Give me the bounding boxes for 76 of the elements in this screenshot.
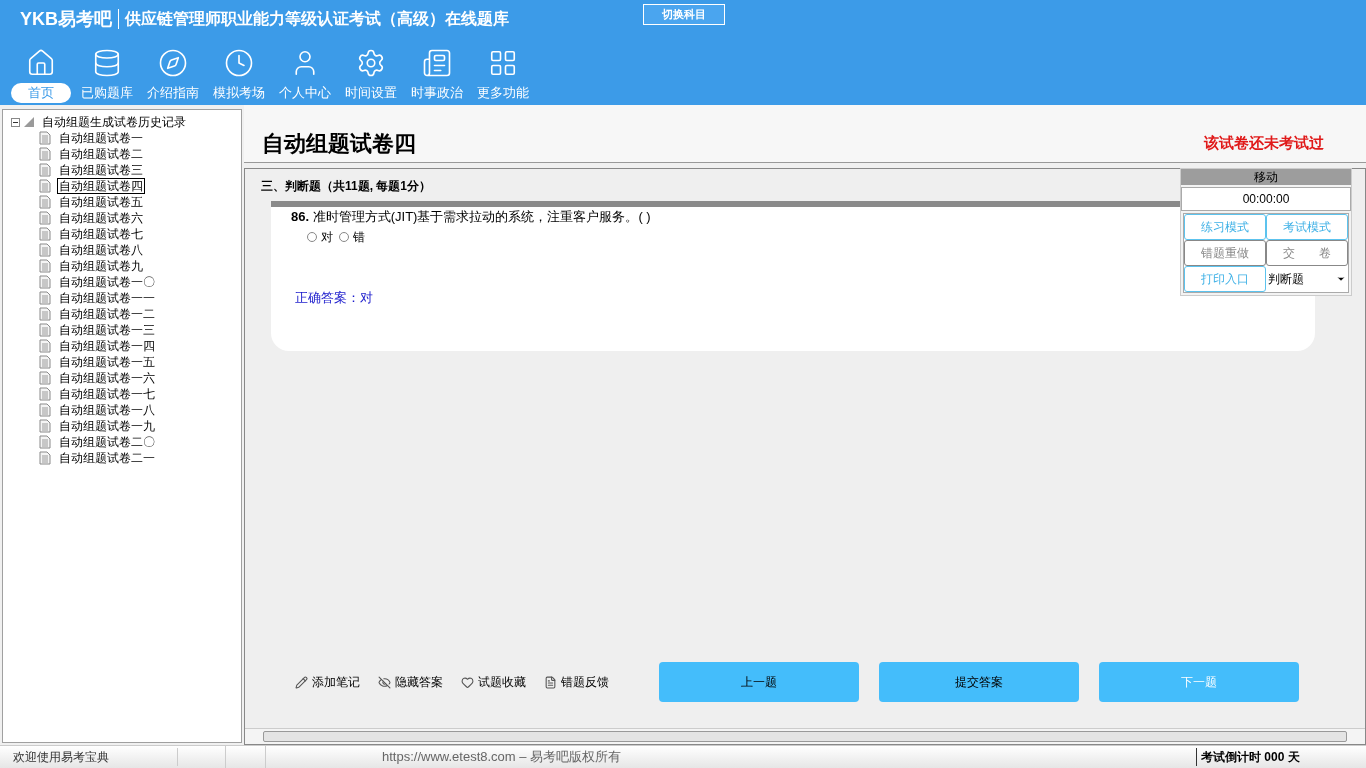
tree-item[interactable]: 自动组题试卷三 xyxy=(57,162,145,178)
document-icon[interactable] xyxy=(544,675,557,689)
document-icon xyxy=(39,339,51,353)
timer-display: 00:00:00 xyxy=(1181,187,1351,211)
tree-item[interactable]: 自动组题试卷一三 xyxy=(57,322,157,338)
collapse-toggle[interactable] xyxy=(11,117,20,127)
question-nav-button[interactable]: 上一题 xyxy=(659,662,859,702)
document-icon xyxy=(39,211,51,225)
heart-icon[interactable] xyxy=(461,675,474,689)
pencil-icon[interactable] xyxy=(295,675,308,689)
widget-title[interactable]: 移动 xyxy=(1181,169,1351,185)
newspaper-icon[interactable] xyxy=(421,48,452,78)
triangle-icon xyxy=(24,117,34,127)
copyright-text: https://www.etest8.com – 易考吧版权所有 xyxy=(382,748,622,767)
app-logo: YKB易考吧 xyxy=(20,7,112,31)
tree-item[interactable]: 自动组题试卷一四 xyxy=(57,338,157,354)
document-icon xyxy=(39,323,51,337)
document-icon xyxy=(39,275,51,289)
tree-root[interactable]: 自动组题生成试卷历史记录 xyxy=(42,113,186,131)
paper-title: 自动组题试卷四 xyxy=(262,130,416,158)
app-title: 供应链管理师职业能力等级认证考试（高级）在线题库 xyxy=(125,9,509,29)
document-icon xyxy=(39,371,51,385)
document-icon xyxy=(39,307,51,321)
tree-item[interactable]: 自动组题试卷一 xyxy=(57,130,145,146)
radio-button[interactable] xyxy=(339,231,349,242)
tree-item[interactable]: 自动组题试卷一七 xyxy=(57,386,157,402)
tree-item[interactable]: 自动组题试卷八 xyxy=(57,242,145,258)
radio-button[interactable] xyxy=(307,231,317,242)
compass-icon[interactable] xyxy=(157,48,188,78)
document-icon xyxy=(39,451,51,465)
exam-status: 该试卷还未考试过 xyxy=(1204,132,1324,153)
document-icon xyxy=(39,403,51,417)
tree-item[interactable]: 自动组题试卷二〇 xyxy=(57,434,157,450)
tree-item[interactable]: 自动组题试卷四 xyxy=(57,178,145,194)
document-icon xyxy=(39,243,51,257)
document-icon xyxy=(39,179,51,193)
option-label: 错 xyxy=(353,228,365,246)
option-label: 对 xyxy=(321,228,333,246)
tree-item[interactable]: 自动组题试卷一九 xyxy=(57,418,157,434)
tree-item[interactable]: 自动组题试卷九 xyxy=(57,258,145,274)
tree-item[interactable]: 自动组题试卷一六 xyxy=(57,370,157,386)
scrollbar-thumb[interactable] xyxy=(263,731,1347,742)
action-link[interactable]: 试题收藏 xyxy=(478,673,526,691)
action-link[interactable]: 错题反馈 xyxy=(561,673,609,691)
document-icon xyxy=(39,387,51,401)
question-text: 86. 准时管理方式(JIT)基于需求拉动的系统，注重客户服务。( ) xyxy=(291,209,651,224)
document-icon xyxy=(39,195,51,209)
tree-item[interactable]: 自动组题试卷二一 xyxy=(57,450,157,466)
document-icon xyxy=(39,259,51,273)
tree-item[interactable]: 自动组题试卷一二 xyxy=(57,306,157,322)
exam-countdown: 考试倒计时 000 天 xyxy=(1196,748,1366,766)
action-link[interactable]: 添加笔记 xyxy=(312,673,360,691)
document-icon xyxy=(39,227,51,241)
document-icon xyxy=(39,147,51,161)
question-type-select[interactable]: 判断题 xyxy=(1266,266,1348,292)
clock-icon[interactable] xyxy=(223,48,254,78)
document-icon xyxy=(39,419,51,433)
document-icon xyxy=(39,435,51,449)
tree-item[interactable]: 自动组题试卷六 xyxy=(57,210,145,226)
document-icon xyxy=(39,291,51,305)
document-icon xyxy=(39,355,51,369)
tree-item[interactable]: 自动组题试卷二 xyxy=(57,146,145,162)
eye-off-icon[interactable] xyxy=(378,675,391,689)
tree-item[interactable]: 自动组题试卷一〇 xyxy=(57,274,157,290)
action-link[interactable]: 隐藏答案 xyxy=(395,673,443,691)
dropdown-icon xyxy=(1336,274,1346,284)
welcome-text: 欢迎使用易考宝典 xyxy=(0,748,178,766)
correct-answer: 正确答案：对 xyxy=(295,288,374,307)
document-icon xyxy=(39,131,51,145)
tree-item[interactable]: 自动组题试卷一八 xyxy=(57,402,157,418)
document-icon xyxy=(39,163,51,177)
tree-item[interactable]: 自动组题试卷五 xyxy=(57,194,145,210)
tree-item[interactable]: 自动组题试卷七 xyxy=(57,226,145,242)
question-nav-button[interactable]: 提交答案 xyxy=(879,662,1079,702)
tree-item[interactable]: 自动组题试卷一五 xyxy=(57,354,157,370)
tree-item[interactable]: 自动组题试卷一一 xyxy=(57,290,157,306)
